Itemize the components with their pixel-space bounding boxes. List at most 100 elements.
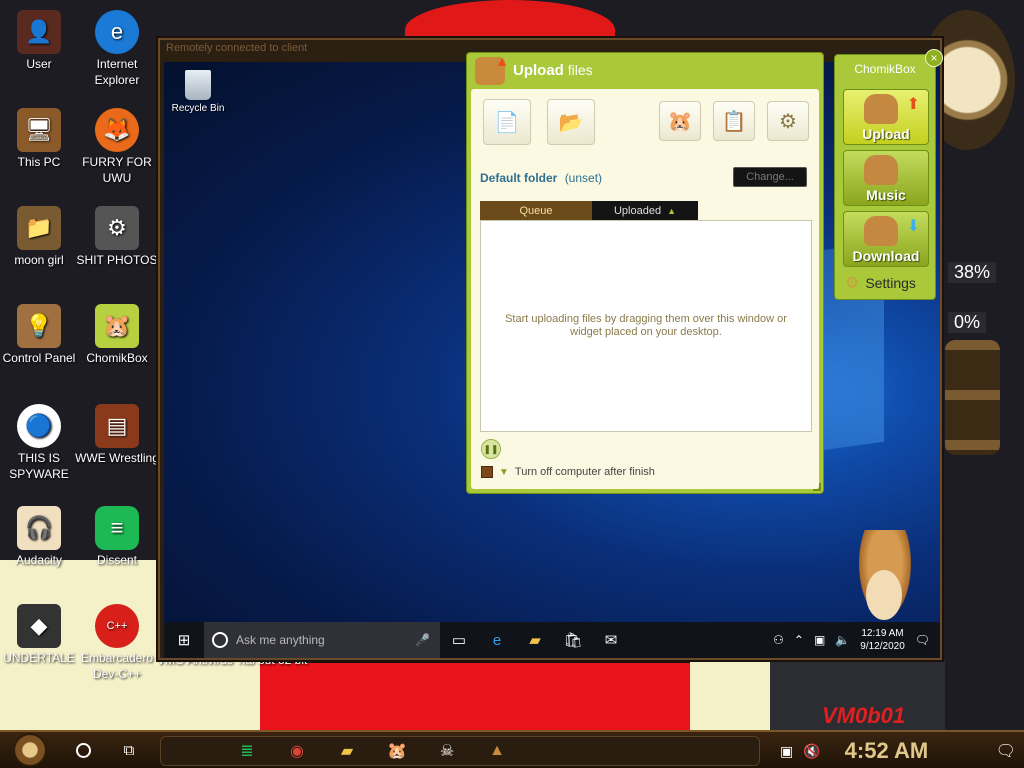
chrome-taskbar-icon[interactable]: ◉ bbox=[283, 737, 311, 765]
widget-percent-cpu: 38% bbox=[948, 262, 997, 283]
desktop-icon-chomikbox[interactable]: 🐹 ChomikBox bbox=[74, 304, 160, 366]
desktop-icon-label: WWE Wrestling bbox=[75, 451, 159, 465]
tab-queue[interactable]: Queue bbox=[480, 201, 592, 220]
pause-button[interactable]: ❚❚ bbox=[481, 439, 501, 459]
hamster-icon bbox=[864, 94, 898, 124]
volume-icon[interactable]: 🔈 bbox=[835, 633, 850, 647]
desktop-icon-furry[interactable]: 🦊 FURRY FOR UWU bbox=[74, 108, 160, 186]
guest-clock-time: 12:19 AM bbox=[861, 628, 904, 639]
cortana-search-box[interactable]: Ask me anything 🎤 bbox=[204, 622, 440, 658]
recycle-bin[interactable]: Recycle Bin bbox=[168, 70, 228, 114]
desktop-icon-label: FURRY FOR UWU bbox=[82, 155, 152, 185]
desktop-icon-control-panel[interactable]: 💡 Control Panel bbox=[0, 304, 82, 366]
desktop-icon-label: moon girl bbox=[14, 253, 64, 267]
notification-icon[interactable]: 🗨 bbox=[915, 633, 930, 647]
store-icon[interactable]: 🛍 bbox=[554, 622, 592, 658]
desktop-icon-spyware[interactable]: 🔵 THIS IS SPYWARE bbox=[0, 404, 82, 482]
widget-settings-button[interactable]: ⚙ Settings bbox=[845, 273, 916, 293]
upload-files-window[interactable]: Upload files 📄 📂 🐹 📋 ⚙ Default folder (u… bbox=[466, 52, 824, 494]
audacity-icon: 🎧 bbox=[17, 506, 61, 550]
taskbar-apps: ≣ ◉ ▰ 🐹 ☠ ▲ bbox=[160, 736, 760, 766]
file-explorer-icon[interactable]: ▰ bbox=[516, 622, 554, 658]
widget-settings-label: Settings bbox=[865, 275, 916, 291]
gear-icon: ⚙ bbox=[779, 110, 797, 133]
desktop-icon-label: User bbox=[26, 57, 52, 71]
change-folder-button[interactable]: Change... bbox=[733, 167, 807, 187]
default-folder-row: Default folder (unset) bbox=[480, 171, 602, 185]
task-view-icon[interactable]: ▭ bbox=[440, 622, 478, 658]
upload-title-rest: files bbox=[563, 62, 593, 78]
desktop-icon-user[interactable]: 👤 User bbox=[0, 10, 82, 72]
host-clock[interactable]: 4:52 AM bbox=[845, 738, 929, 764]
chevron-up-icon[interactable]: ⌃ bbox=[794, 633, 804, 647]
chomikbox-title: ChomikBox bbox=[854, 62, 916, 76]
music-widget-button[interactable]: Music bbox=[843, 150, 929, 206]
upload-widget-label: Upload bbox=[862, 126, 910, 142]
hamster-headphones-icon bbox=[864, 155, 898, 185]
desktop-icon-shit-photos[interactable]: ⚙ SHIT PHOTOS bbox=[74, 206, 160, 268]
upload-queue-list[interactable]: Start uploading files by dragging them o… bbox=[480, 220, 812, 432]
hamster-button[interactable]: 🐹 bbox=[659, 101, 701, 141]
chomikbox-upload-taskbar-icon[interactable]: ▲ bbox=[483, 737, 511, 765]
user-folder-icon: 👤 bbox=[17, 10, 61, 54]
upload-title-bold: Upload bbox=[513, 62, 564, 79]
triangle-down-icon[interactable]: ▼ bbox=[499, 467, 509, 478]
desktop-icon-label: SHIT PHOTOS bbox=[76, 253, 158, 267]
shutdown-checkbox[interactable] bbox=[481, 466, 493, 478]
desktop-icon-dissent[interactable]: ≡ Dissent bbox=[74, 506, 160, 568]
hamster-icon: 🐹 bbox=[667, 110, 693, 133]
clipboard-button[interactable]: 📋 bbox=[713, 101, 755, 141]
windows-start-icon[interactable]: ⊞ bbox=[164, 622, 204, 658]
volume-muted-icon[interactable]: 🔇 bbox=[803, 743, 820, 760]
close-icon[interactable]: × bbox=[925, 49, 943, 67]
spotify-taskbar-icon[interactable]: ≣ bbox=[233, 737, 261, 765]
upload-widget-button[interactable]: ⬆ Upload bbox=[843, 89, 929, 145]
download-widget-label: Download bbox=[852, 248, 920, 264]
task-view-button[interactable]: ⧉ bbox=[106, 742, 152, 759]
start-button[interactable] bbox=[0, 731, 60, 768]
desktop-icon-wwe[interactable]: ▤ WWE Wrestling bbox=[74, 404, 160, 466]
guest-taskbar: ⊞ Ask me anything 🎤 ▭ e ▰ 🛍 ✉ ⚇ ⌃ ▣ 🔈 12… bbox=[164, 622, 940, 658]
chomikbox-taskbar-icon[interactable]: 🐹 bbox=[383, 737, 411, 765]
tab-uploaded[interactable]: Uploaded ▲ bbox=[592, 201, 698, 220]
mail-icon[interactable]: ✉ bbox=[592, 622, 630, 658]
desktop-icon-devcpp[interactable]: C++ Embarcadero Dev-C++ bbox=[74, 604, 160, 682]
microphone-icon[interactable]: 🎤 bbox=[415, 633, 430, 647]
settings-button[interactable]: ⚙ bbox=[767, 101, 809, 141]
host-taskbar: ⧉ ≣ ◉ ▰ 🐹 ☠ ▲ ▣ 🔇 4:52 AM 🗨 bbox=[0, 730, 1024, 768]
resize-grip[interactable] bbox=[813, 483, 821, 491]
desktop-icon-label: Internet Explorer bbox=[94, 57, 140, 87]
download-widget-button[interactable]: ⬇ Download bbox=[843, 211, 929, 267]
tab-uploaded-label: Uploaded bbox=[613, 204, 662, 217]
network-icon[interactable]: ▣ bbox=[814, 633, 825, 647]
skull-taskbar-icon[interactable]: ☠ bbox=[433, 737, 461, 765]
file-explorer-taskbar-icon[interactable]: ▰ bbox=[333, 737, 361, 765]
add-folder-button[interactable]: 📂 bbox=[547, 99, 595, 145]
add-files-button[interactable]: 📄 bbox=[483, 99, 531, 145]
desktop-icon-audacity[interactable]: 🎧 Audacity bbox=[0, 506, 82, 568]
edge-taskbar-icon[interactable]: e bbox=[478, 622, 516, 658]
recycle-bin-label: Recycle Bin bbox=[171, 103, 225, 114]
computer-icon: 🖥 bbox=[17, 108, 61, 152]
desktop-icon-label: UNDERTALE bbox=[3, 651, 75, 665]
chomikbox-widget[interactable]: ChomikBox × ⬆ Upload Music ⬇ Download ⚙ … bbox=[834, 49, 943, 300]
notification-icon[interactable]: 🗨 bbox=[996, 741, 1016, 761]
desktop-icon-moon-girl[interactable]: 📁 moon girl bbox=[0, 206, 82, 268]
recycle-bin-icon bbox=[185, 70, 211, 100]
people-icon[interactable]: ⚇ bbox=[773, 633, 784, 647]
desktop-icon-label: Embarcadero Dev-C++ bbox=[80, 651, 154, 681]
desktop-icon-undertale[interactable]: ◆ UNDERTALE bbox=[0, 604, 82, 666]
desktop-icon-label: This PC bbox=[17, 155, 61, 169]
shutdown-option: ▼ Turn off computer after finish bbox=[481, 466, 655, 478]
guest-clock[interactable]: 12:19 AM 9/12/2020 bbox=[860, 627, 905, 653]
upload-window-header[interactable]: Upload files bbox=[467, 53, 823, 89]
pause-icon: ❚❚ bbox=[483, 443, 499, 454]
desktop-icon-this-pc[interactable]: 🖥 This PC bbox=[0, 108, 82, 170]
network-icon[interactable]: ▣ bbox=[780, 743, 793, 760]
desktop-icon-internet-explorer[interactable]: e Internet Explorer bbox=[74, 10, 160, 88]
devcpp-icon: C++ bbox=[95, 604, 139, 648]
folder-icon: 📁 bbox=[17, 206, 61, 250]
desktop-icon-label: THIS IS SPYWARE bbox=[9, 451, 69, 481]
triangle-up-icon: ▲ bbox=[667, 205, 676, 216]
search-button[interactable] bbox=[60, 742, 106, 758]
